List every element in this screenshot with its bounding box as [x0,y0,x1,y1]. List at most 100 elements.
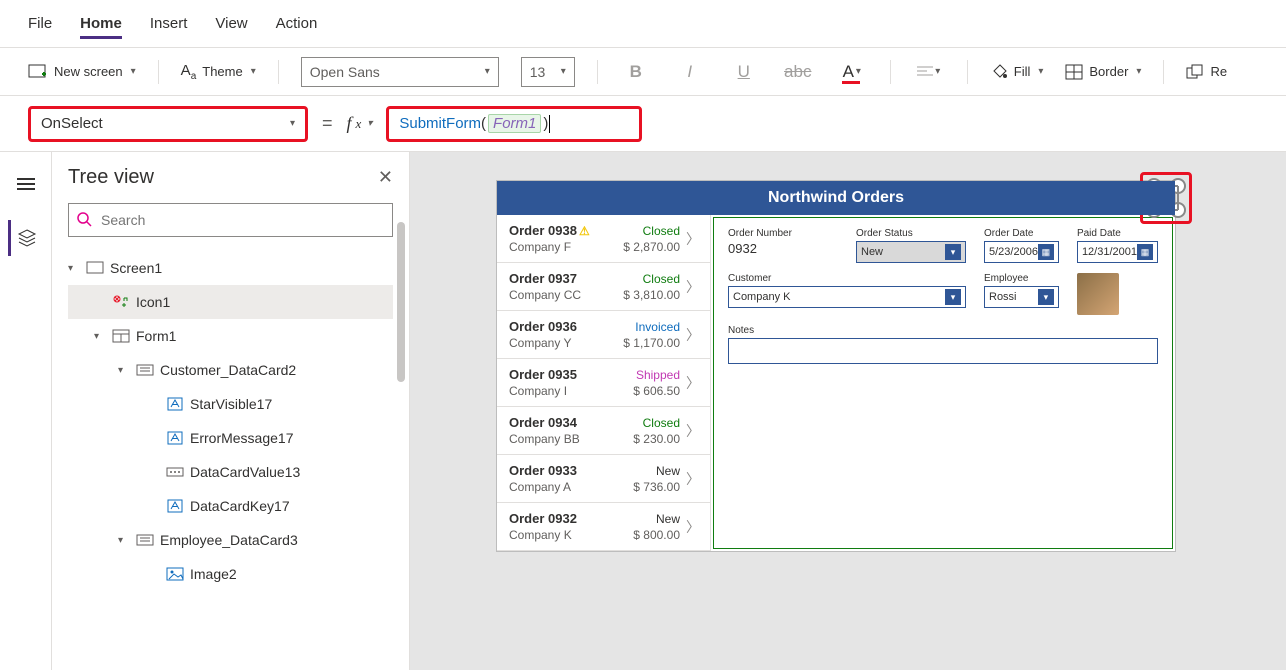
tree-item-label: Employee_DataCard3 [160,532,298,548]
customer-select[interactable]: Company K ▾ [728,286,966,308]
tree-item-errormessage17[interactable]: ErrorMessage17 [68,421,393,455]
order-status: Closed [623,224,680,238]
paid-date-input[interactable]: 12/31/2001 ▦ [1077,241,1158,263]
formula-argument: Form1 [488,114,541,133]
paren-close: ) [543,115,548,132]
order-company: Company K [509,528,633,542]
border-button[interactable]: Border ▾ [1065,64,1141,80]
tree-item-employee_datacard3[interactable]: ▾Employee_DataCard3 [68,523,393,557]
employee-photo [1077,273,1119,315]
scrollbar[interactable] [397,222,405,382]
screen-icon [28,64,48,80]
tree-item-datacardkey17[interactable]: DataCardKey17 [68,489,393,523]
formula-bar: OnSelect ▾ = fx▾ SubmitForm( Form1 ) [0,96,1286,152]
order-status-select[interactable]: New ▾ [856,241,966,263]
label-icon [166,396,184,412]
reorder-label: Re [1210,64,1227,79]
strikethrough-button[interactable]: abc [782,56,814,88]
separator [597,60,598,84]
font-size-select[interactable]: 13 ▾ [521,57,575,87]
chevron-right-icon: 〉 [686,277,700,297]
order-status: Shipped [633,368,680,382]
order-status: Closed [623,272,680,286]
fill-button[interactable]: Fill ▾ [990,63,1044,81]
order-status: New [633,464,680,478]
tree-search-input[interactable] [68,203,393,237]
order-date-label: Order Date [984,228,1059,239]
reorder-button[interactable]: Re [1186,64,1227,80]
property-select[interactable]: OnSelect ▾ [28,106,308,142]
order-number-label: Order Number [728,228,838,239]
tree-close-button[interactable]: ✕ [378,167,393,188]
order-company: Company F [509,240,623,254]
order-list-item[interactable]: Order 0938⚠Company FClosed$ 2,870.00〉 [497,215,710,263]
order-list-item[interactable]: Order 0933Company ANew$ 736.00〉 [497,455,710,503]
separator [158,60,159,84]
search-icon [76,211,92,227]
tree-item-datacardvalue13[interactable]: DataCardValue13 [68,455,393,489]
notes-input[interactable] [728,338,1158,364]
fx-button[interactable]: fx▾ [347,113,373,134]
order-list-item[interactable]: Order 0934Company BBClosed$ 230.00〉 [497,407,710,455]
menu-view[interactable]: View [215,15,247,32]
theme-button[interactable]: Aa Theme ▾ [181,62,256,82]
menu-action[interactable]: Action [276,15,318,32]
tree-item-screen1[interactable]: ▾Screen1 [68,251,393,285]
employee-label: Employee [984,273,1059,284]
chevron-right-icon: 〉 [686,229,700,249]
input-icon [166,464,184,480]
order-status: Invoiced [623,320,680,334]
tree-list: ▾Screen1Icon1▾Form1▾Customer_DataCard2St… [68,251,393,591]
separator [1163,60,1164,84]
order-list-item[interactable]: Order 0937Company CCClosed$ 3,810.00〉 [497,263,710,311]
order-list-item[interactable]: Order 0932Company KNew$ 800.00〉 [497,503,710,551]
tree-item-image2[interactable]: Image2 [68,557,393,591]
chevron-down-icon: ▾ [1038,66,1043,77]
chevron-down-icon: ▾ [485,66,490,77]
layers-icon [17,229,37,247]
canvas: Northwind Orders Order 0938⚠Company FClo… [410,152,1286,670]
order-status: Closed [633,416,680,430]
paid-date-label: Paid Date [1077,228,1158,239]
align-button[interactable]: ▾ [913,56,945,88]
image-icon [166,566,184,582]
tree-item-form1[interactable]: ▾Form1 [68,319,393,353]
notes-label: Notes [728,325,1158,336]
chevron-down-icon: ▾ [1038,289,1054,305]
underline-button[interactable]: U [728,56,760,88]
form-pane: Order Number 0932 Order Status New ▾ Ord… [713,217,1173,549]
bold-button[interactable]: B [620,56,652,88]
tree-item-label: DataCardValue13 [190,464,300,480]
order-list-item[interactable]: Order 0935Company IShipped$ 606.50〉 [497,359,710,407]
tree-item-label: Form1 [136,328,176,344]
chevron-right-icon: 〉 [686,469,700,489]
order-company: Company CC [509,288,623,302]
font-select[interactable]: Open Sans ▾ [301,57,499,87]
chevron-down-icon: ▾ [561,66,566,77]
italic-button[interactable]: I [674,56,706,88]
hamburger-button[interactable] [8,166,44,202]
formula-input[interactable]: SubmitForm( Form1 ) [386,106,642,142]
order-company: Company BB [509,432,633,446]
order-date-input[interactable]: 5/23/2006 ▦ [984,241,1059,263]
menu-home[interactable]: Home [80,15,122,39]
font-color-button[interactable]: A▾ [836,56,868,88]
menu-insert[interactable]: Insert [150,15,188,32]
employee-select[interactable]: Rossi ▾ [984,286,1059,308]
chevron-right-icon: 〉 [686,517,700,537]
order-id: Order 0932 [509,511,633,526]
tree-title: Tree view [68,166,154,189]
order-id: Order 0935 [509,367,633,382]
app-title: Northwind Orders [768,189,904,207]
order-date-value: 5/23/2006 [989,246,1038,258]
tree-item-starvisible17[interactable]: StarVisible17 [68,387,393,421]
tree-view-rail-button[interactable] [8,220,44,256]
order-status-value: New [861,246,883,258]
tree-item-icon1[interactable]: Icon1 [68,285,393,319]
chevron-down-icon: ▾ [945,244,961,260]
menu-file[interactable]: File [28,15,52,32]
chevron-right-icon: 〉 [686,325,700,345]
order-list-item[interactable]: Order 0936Company YInvoiced$ 1,170.00〉 [497,311,710,359]
new-screen-button[interactable]: New screen ▾ [28,64,136,80]
tree-item-customer_datacard2[interactable]: ▾Customer_DataCard2 [68,353,393,387]
